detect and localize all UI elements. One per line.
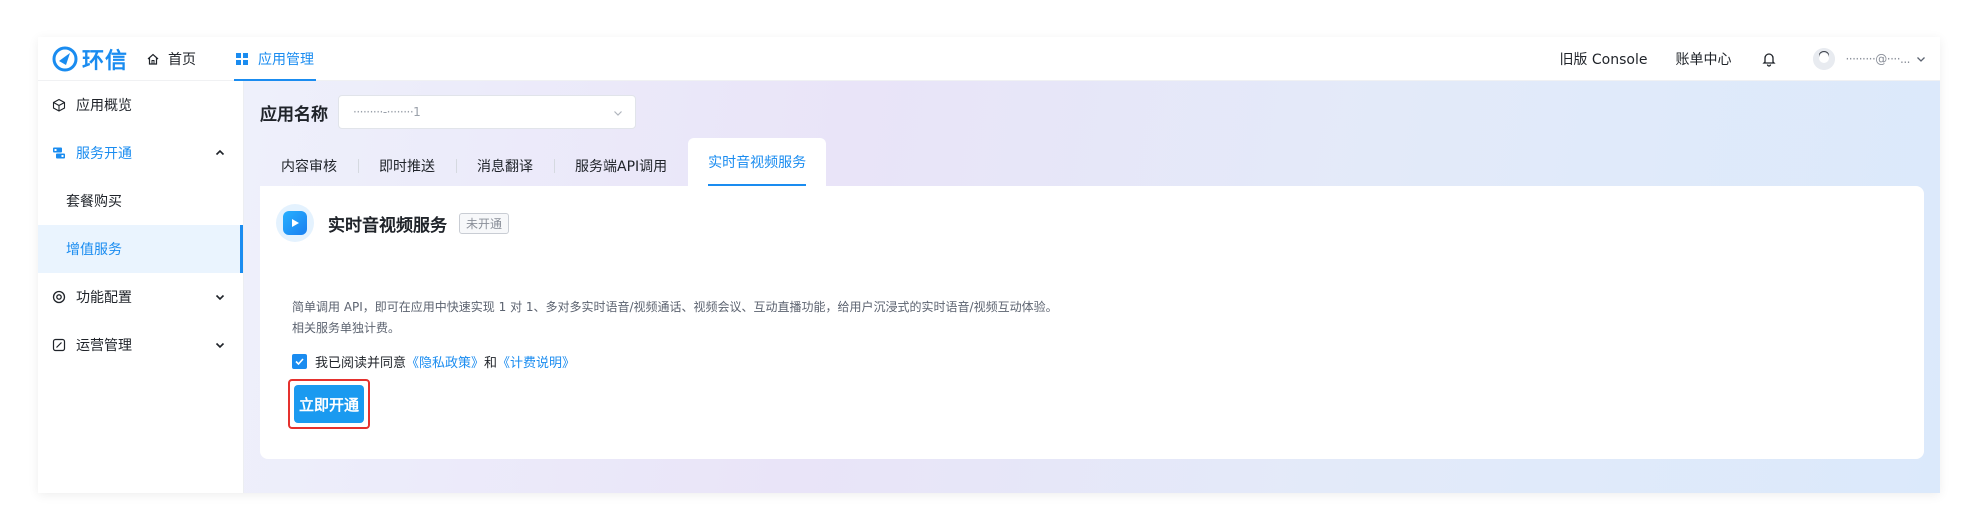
- home-icon: [147, 53, 159, 65]
- billing-terms-link[interactable]: 《计费说明》: [497, 352, 575, 371]
- user-name[interactable]: ·········@····...: [1845, 52, 1910, 66]
- user-avatar-icon: [1813, 47, 1836, 70]
- description-line-2: 相关服务单独计费。: [292, 321, 401, 335]
- service-card: 实时音视频服务 未开通 简单调用 API，即可在应用中快速实现 1 对 1、多对…: [260, 186, 1924, 459]
- play-icon: [276, 204, 314, 242]
- sidebar-item-app-overview[interactable]: 应用概览: [38, 81, 243, 129]
- description-line-1: 简单调用 API，即可在应用中快速实现 1 对 1、多对多实时语音/视频通话、视…: [292, 300, 1058, 314]
- app-name-select[interactable]: ·········-········1: [338, 95, 636, 129]
- sidebar-item-label: 运营管理: [76, 338, 132, 354]
- app-name-value: ·········-········1: [353, 105, 421, 119]
- agreement-row: 我已阅读并同意 《隐私政策》 和 《计费说明》: [292, 352, 575, 371]
- nav-home[interactable]: 首页: [146, 37, 196, 81]
- billing-center-link[interactable]: 账单中心: [1675, 49, 1731, 69]
- sidebar-item-service-activation[interactable]: 服务开通: [38, 129, 243, 177]
- logo-icon: [52, 46, 78, 71]
- service-title: 实时音视频服务: [328, 215, 447, 236]
- sidebar-item-operations[interactable]: 运营管理: [38, 321, 243, 369]
- app-selector-row: 应用名称 ·········-········1: [260, 95, 636, 129]
- sidebar-item-feature-config[interactable]: 功能配置: [38, 273, 243, 321]
- bell-icon[interactable]: [1761, 51, 1777, 67]
- agree-prefix: 我已阅读并同意: [315, 356, 407, 371]
- sidebar-subitem-package-purchase[interactable]: 套餐购买: [38, 177, 243, 225]
- chevron-up-icon: [215, 149, 225, 156]
- service-tabs: 内容审核 即时推送 消息翻译 服务端API调用 实时音视频服务: [260, 138, 827, 186]
- top-bar-right: 旧版 Console 账单中心 ·········@····...: [1531, 37, 1940, 81]
- privacy-policy-link[interactable]: 《隐私政策》: [406, 352, 484, 371]
- sidebar: 应用概览 服务开通 套餐购买 增值服务 功能配置 运营管理: [38, 81, 244, 493]
- sidebar-item-label: 功能配置: [76, 290, 132, 306]
- agree-and: 和: [484, 356, 498, 371]
- main-content: 应用名称 ·········-········1 内容审核 即时推送 消息翻译 …: [244, 81, 1940, 493]
- grid-icon: [236, 52, 249, 65]
- edit-icon: [52, 338, 66, 352]
- tab-push-notification[interactable]: 即时推送: [358, 146, 456, 186]
- tab-rtc-service[interactable]: 实时音视频服务: [688, 138, 827, 186]
- nav-app-management[interactable]: 应用管理: [234, 37, 317, 81]
- cube-icon: [52, 98, 66, 112]
- nav-home-label: 首页: [168, 51, 197, 68]
- app-name-label: 应用名称: [260, 104, 328, 125]
- status-badge: 未开通: [459, 212, 510, 234]
- old-console-link[interactable]: 旧版 Console: [1559, 49, 1647, 69]
- settings-icon: [52, 290, 66, 304]
- top-bar: 环信 首页 应用管理 旧版 Console 账单中心 ·········@···…: [38, 37, 1940, 81]
- logo-text: 环信: [82, 48, 129, 74]
- service-icon: [53, 147, 65, 159]
- activate-button[interactable]: 立即开通: [294, 385, 364, 423]
- chevron-down-icon: [215, 294, 225, 301]
- chevron-down-icon: [215, 342, 225, 349]
- logo[interactable]: 环信: [52, 37, 128, 81]
- service-description: 简单调用 API，即可在应用中快速实现 1 对 1、多对多实时语音/视频通话、视…: [292, 297, 1058, 339]
- tab-content-moderation[interactable]: 内容审核: [260, 146, 358, 186]
- service-header: 实时音视频服务 未开通: [276, 204, 510, 242]
- sidebar-subitem-value-added-services[interactable]: 增值服务: [38, 225, 243, 273]
- chevron-down-icon[interactable]: [1916, 54, 1926, 64]
- app-window: 环信 首页 应用管理 旧版 Console 账单中心 ·········@···…: [38, 37, 1940, 493]
- sidebar-item-label: 服务开通: [76, 146, 132, 162]
- agree-checkbox[interactable]: [292, 354, 307, 369]
- tab-server-api[interactable]: 服务端API调用: [554, 146, 688, 186]
- tab-message-translation[interactable]: 消息翻译: [456, 146, 554, 186]
- sidebar-item-label: 应用概览: [76, 98, 132, 114]
- nav-app-management-label: 应用管理: [258, 51, 315, 68]
- chevron-down-icon: [614, 111, 622, 116]
- avatar[interactable]: [1813, 47, 1836, 70]
- highlight-frame: 立即开通: [288, 379, 370, 429]
- check-icon: [295, 358, 304, 366]
